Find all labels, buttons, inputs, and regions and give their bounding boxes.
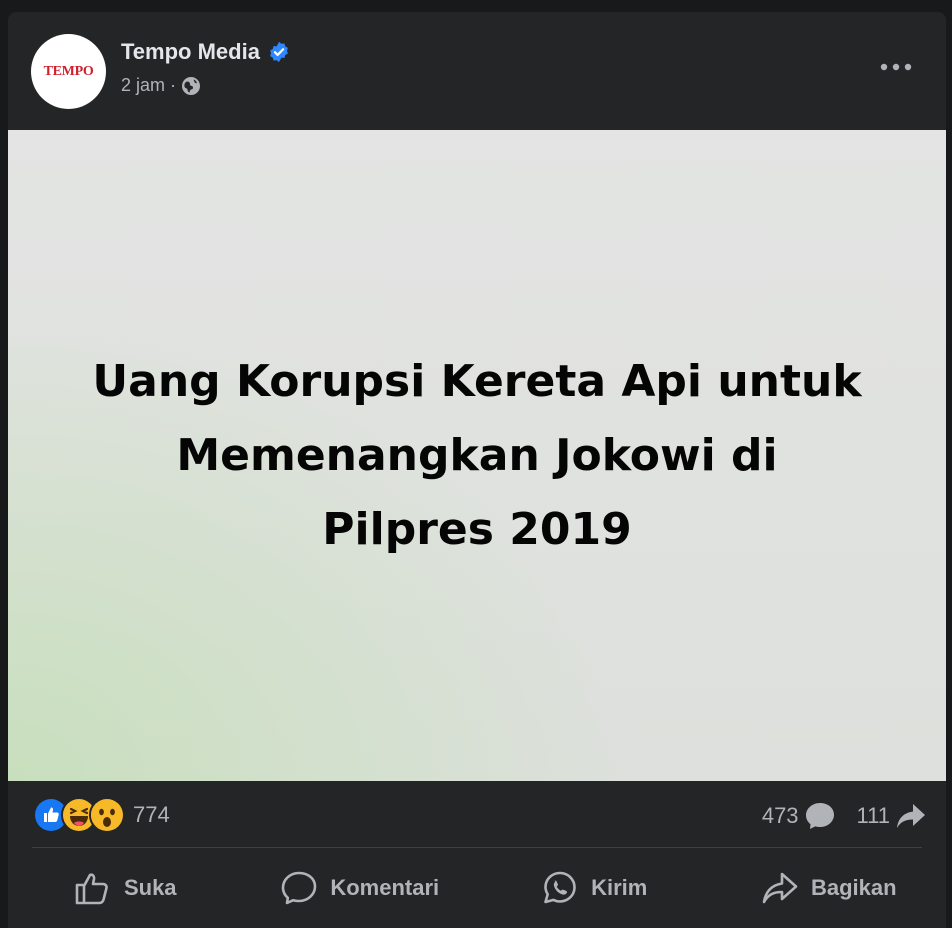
comment-count-link[interactable]: 473 xyxy=(762,802,835,830)
share-arrow-icon xyxy=(897,804,925,828)
post-meta: 2 jam · xyxy=(121,75,201,96)
post-image[interactable]: Uang Korupsi Kereta Api untuk Memenangka… xyxy=(8,130,946,781)
comment-button[interactable]: Komentari xyxy=(243,848,478,928)
post-stats: 774 473 111 xyxy=(8,781,946,847)
avatar-logo: TEMPO xyxy=(43,63,94,79)
verified-badge-icon xyxy=(270,41,288,63)
reaction-count[interactable]: 774 xyxy=(133,802,170,828)
avatar[interactable]: TEMPO xyxy=(31,34,106,109)
engagement-counts: 473 111 xyxy=(740,802,926,830)
share-count[interactable]: 111 xyxy=(857,803,890,829)
send-label: Kirim xyxy=(591,875,648,900)
page-name-link[interactable]: Tempo Media xyxy=(121,39,290,65)
post-time[interactable]: 2 jam xyxy=(121,75,165,96)
headline-line: Uang Korupsi Kereta Api untuk xyxy=(92,355,862,407)
wow-reaction-icon xyxy=(89,797,125,833)
share-button[interactable]: Bagikan xyxy=(712,848,947,928)
like-button[interactable]: Suka xyxy=(8,848,243,928)
share-icon xyxy=(762,872,798,904)
globe-icon xyxy=(182,76,201,95)
like-label: Suka xyxy=(123,875,177,900)
share-label: Bagikan xyxy=(810,875,897,900)
reactions-summary[interactable]: 774 xyxy=(33,797,170,833)
whatsapp-icon xyxy=(544,871,576,904)
post-card: TEMPO Tempo Media 2 jam · Uang Korupsi K… xyxy=(8,12,946,928)
more-dots-icon xyxy=(880,63,912,71)
image-headline: Uang Korupsi Kereta Api untuk Memenangka… xyxy=(27,345,927,567)
post-header: TEMPO Tempo Media 2 jam · xyxy=(8,12,946,130)
action-bar: Suka Komentari Kirim Bagikan xyxy=(8,848,946,928)
send-button[interactable]: Kirim xyxy=(477,848,712,928)
more-options-button[interactable] xyxy=(876,57,916,77)
headline-line: Pilpres 2019 xyxy=(322,503,632,555)
headline-line: Memenangkan Jokowi di xyxy=(176,429,778,481)
comment-icon xyxy=(282,871,317,905)
comment-label: Komentari xyxy=(330,875,440,900)
thumbs-up-icon xyxy=(75,873,108,905)
meta-separator: · xyxy=(170,75,177,95)
share-count-link[interactable]: 111 xyxy=(857,802,926,830)
page-name[interactable]: Tempo Media xyxy=(121,39,260,65)
comment-bubble-icon xyxy=(805,803,834,829)
comment-count[interactable]: 473 xyxy=(762,803,799,829)
